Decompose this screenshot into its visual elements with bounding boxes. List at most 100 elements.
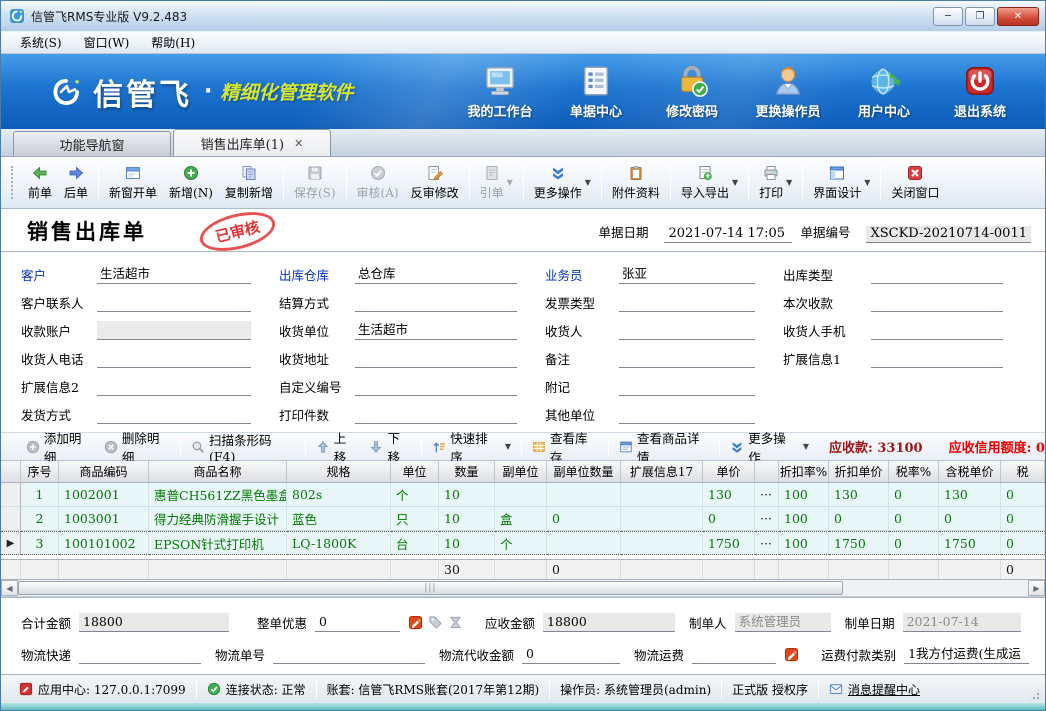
toolbar-button-close-red[interactable]: 关闭窗口 bbox=[885, 160, 945, 205]
discount-field[interactable]: 0 bbox=[315, 613, 400, 632]
table-row[interactable]: 21003001得力经典防滑握手设计蓝色只10盒00···1000000 bbox=[1, 507, 1045, 531]
toolbar-button-arrow-right-blue[interactable]: 后单 bbox=[58, 160, 94, 205]
form-field[interactable] bbox=[871, 293, 1003, 312]
row-selector[interactable]: ▶ bbox=[1, 531, 21, 555]
grid-column-header[interactable]: 副单位 bbox=[495, 461, 547, 482]
form-field[interactable] bbox=[355, 349, 517, 368]
menu-item-2[interactable]: 帮助(H) bbox=[140, 32, 206, 53]
toolbar-separator bbox=[748, 164, 749, 201]
toolbar-button-arrow-left-green[interactable]: 前单 bbox=[22, 160, 58, 205]
form-field[interactable] bbox=[871, 321, 1003, 340]
toolbar-button-printer[interactable]: 打印▼ bbox=[753, 160, 798, 205]
freight-field[interactable] bbox=[692, 645, 776, 664]
form-field[interactable]: 张亚 bbox=[619, 265, 755, 284]
grid-column-header[interactable]: 含税单价 bbox=[939, 461, 1001, 482]
statusbar: 应用中心: 127.0.0.1:7099 连接状态: 正常 账套: 信管飞RMS… bbox=[1, 674, 1045, 703]
dropdown-arrow-icon[interactable]: ▼ bbox=[864, 178, 870, 187]
maximize-button[interactable]: ❐ bbox=[965, 7, 995, 26]
form-field[interactable] bbox=[97, 377, 251, 396]
form-field[interactable] bbox=[619, 377, 755, 396]
banner-nav-exit-power[interactable]: 退出系统 bbox=[939, 64, 1021, 120]
grid-column-header[interactable]: 扩展信息17 bbox=[621, 461, 703, 482]
doc-date-field[interactable]: 2021-07-14 17:05 bbox=[664, 226, 792, 243]
scrollbar-thumb[interactable]: ||| bbox=[18, 581, 843, 595]
form-field[interactable] bbox=[619, 405, 755, 424]
resize-grip[interactable] bbox=[1028, 688, 1041, 701]
dropdown-arrow-icon[interactable]: ▼ bbox=[732, 178, 738, 187]
form-field[interactable]: 生活超市 bbox=[355, 321, 517, 340]
cell: LQ-1800K bbox=[287, 531, 391, 555]
grid-column-header[interactable]: 序号 bbox=[21, 461, 59, 482]
scroll-right-button[interactable]: ▶ bbox=[1028, 580, 1045, 596]
toolbar-button-ui-design[interactable]: 界面设计▼ bbox=[807, 160, 876, 205]
grid-column-header[interactable]: 副单位数量 bbox=[547, 461, 621, 482]
grid-column-header[interactable]: 税 bbox=[1001, 461, 1045, 482]
audited-stamp: 已审核 bbox=[196, 209, 279, 258]
dropdown-arrow-icon[interactable]: ▼ bbox=[585, 178, 591, 187]
banner-nav-change-password-lock[interactable]: 修改密码 bbox=[651, 64, 733, 120]
freight-type-field[interactable]: 1我方付运费(生成运 bbox=[904, 645, 1029, 664]
toolbar-button-import-export[interactable]: 导入导出▼ bbox=[675, 160, 744, 205]
form-field[interactable] bbox=[355, 405, 517, 424]
grid-column-header[interactable]: 单价 bbox=[703, 461, 755, 482]
form-field[interactable] bbox=[355, 293, 517, 312]
close-window-button[interactable]: ✕ bbox=[997, 7, 1039, 26]
grid-column-header[interactable]: 折扣率% bbox=[779, 461, 829, 482]
menu-item-0[interactable]: 系统(S) bbox=[9, 32, 73, 53]
tab-0[interactable]: 功能导航窗 bbox=[13, 131, 171, 156]
freight-edit-icon[interactable] bbox=[784, 647, 799, 662]
row-selector[interactable] bbox=[1, 483, 21, 507]
menu-item-1[interactable]: 窗口(W) bbox=[73, 32, 141, 53]
brand-swoosh-icon bbox=[49, 75, 83, 109]
discount-edit-icon[interactable] bbox=[408, 615, 423, 630]
form-field[interactable] bbox=[619, 349, 755, 368]
banner-nav-switch-operator-person[interactable]: 更换操作员 bbox=[747, 64, 829, 120]
toolbar-button-edit-doc[interactable]: 反审修改 bbox=[405, 160, 465, 205]
tab-1[interactable]: 销售出库单(1)✕ bbox=[173, 129, 331, 156]
scroll-left-button[interactable]: ◀ bbox=[1, 580, 18, 596]
grid-column-header[interactable]: 税率% bbox=[889, 461, 939, 482]
toolbar-button-new-window[interactable]: 新窗开单 bbox=[103, 160, 163, 205]
grid-column-header[interactable]: 规格 bbox=[287, 461, 391, 482]
form-field[interactable] bbox=[97, 293, 251, 312]
minimize-button[interactable]: ─ bbox=[933, 7, 963, 26]
banner-nav-workbench-monitor[interactable]: 我的工作台 bbox=[459, 64, 541, 120]
form-field[interactable] bbox=[97, 405, 251, 424]
form-field[interactable] bbox=[619, 321, 755, 340]
grid-column-header[interactable]: 数量 bbox=[439, 461, 495, 482]
toolbar-button-add-circle-green[interactable]: 新增(N) bbox=[163, 160, 219, 205]
grid-column-header[interactable]: 折扣单价 bbox=[829, 461, 889, 482]
express-field[interactable] bbox=[79, 645, 201, 664]
cod-field[interactable]: 0 bbox=[522, 645, 620, 664]
banner-nav-document-center[interactable]: 单据中心 bbox=[555, 64, 637, 120]
tab-close-icon[interactable]: ✕ bbox=[294, 137, 303, 150]
form-field[interactable] bbox=[97, 349, 251, 368]
grid-column-header[interactable]: 商品编码 bbox=[59, 461, 149, 482]
dropdown-arrow-icon[interactable]: ▼ bbox=[803, 442, 809, 451]
table-row[interactable]: ▶3100101002EPSON针式打印机LQ-1800K台10个1750···… bbox=[1, 531, 1045, 555]
dropdown-arrow-icon[interactable]: ▼ bbox=[505, 442, 511, 451]
toolbar-button-attachment-clipboard[interactable]: 附件资料 bbox=[606, 160, 666, 205]
form-field[interactable] bbox=[619, 293, 755, 312]
grid-column-header[interactable]: 单位 bbox=[391, 461, 439, 482]
toolbar-button-copy-docs[interactable]: 复制新增 bbox=[219, 160, 279, 205]
form-field[interactable]: 生活超市 bbox=[97, 265, 251, 284]
form-label: 收货地址 bbox=[279, 349, 355, 368]
row-selector[interactable] bbox=[1, 507, 21, 531]
grid-column-header[interactable] bbox=[755, 461, 779, 482]
message-center-link[interactable]: 消息提醒中心 bbox=[848, 681, 920, 698]
dropdown-arrow-icon[interactable]: ▼ bbox=[786, 178, 792, 187]
add-circle-green-icon bbox=[183, 165, 199, 181]
detail-button-barcode-scan[interactable]: 扫描条形码(F4) bbox=[185, 428, 301, 466]
table-row[interactable]: 11002001惠普CH561ZZ黑色墨盒802s个10130···100130… bbox=[1, 483, 1045, 507]
toolbar-separator bbox=[98, 164, 99, 201]
form-field[interactable] bbox=[355, 377, 517, 396]
form-field[interactable] bbox=[871, 349, 1003, 368]
grid-column-header[interactable]: 商品名称 bbox=[149, 461, 287, 482]
status-operator: 操作员: 系统管理员(admin) bbox=[550, 681, 721, 698]
form-field[interactable] bbox=[871, 265, 1003, 284]
toolbar-button-chevrons-down-blue[interactable]: 更多操作▼ bbox=[528, 160, 597, 205]
banner-nav-user-center-globe[interactable]: 用户中心 bbox=[843, 64, 925, 120]
trackno-field[interactable] bbox=[273, 645, 425, 664]
form-field[interactable]: 总仓库 bbox=[355, 265, 517, 284]
